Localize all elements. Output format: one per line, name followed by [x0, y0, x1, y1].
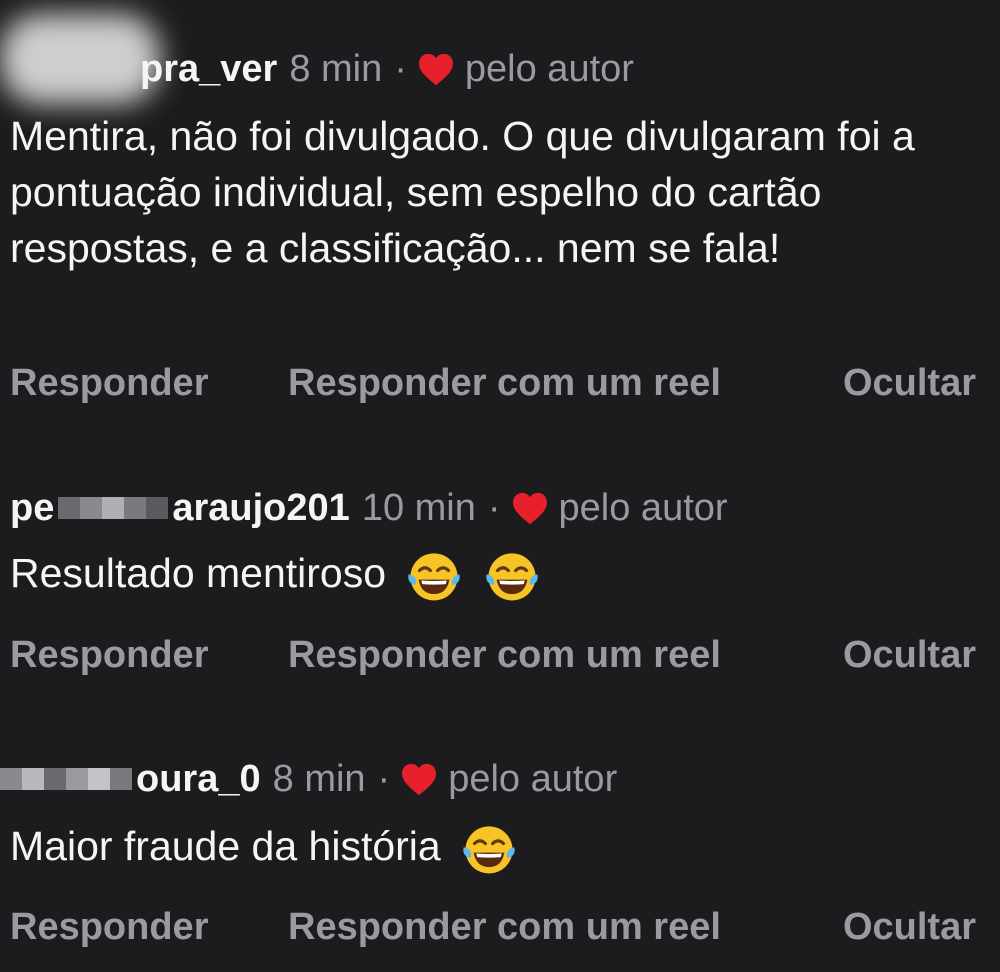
comment-actions: Responder Responder com um reel Ocultar	[10, 902, 990, 952]
reply-with-reel-button[interactable]: Responder com um reel	[288, 902, 721, 952]
username-redacted	[0, 768, 132, 790]
timestamp: 8 min	[272, 758, 366, 800]
comment-3: oura_0 8 min · pelo autor Maior fraude d…	[0, 0, 1000, 972]
face-with-tears-of-joy-icon	[460, 820, 518, 878]
comment-meta: oura_0 8 min · pelo autor	[0, 756, 617, 802]
liked-by-author-label: pelo autor	[448, 758, 618, 800]
comment-text: Maior fraude da história	[10, 823, 441, 869]
username[interactable]: oura_0	[136, 756, 261, 802]
heart-icon	[400, 762, 438, 796]
comment-text-row: Maior fraude da história	[10, 818, 990, 878]
separator: ·	[377, 758, 391, 800]
reply-button[interactable]: Responder	[10, 902, 208, 952]
hide-button[interactable]: Ocultar	[843, 902, 976, 952]
